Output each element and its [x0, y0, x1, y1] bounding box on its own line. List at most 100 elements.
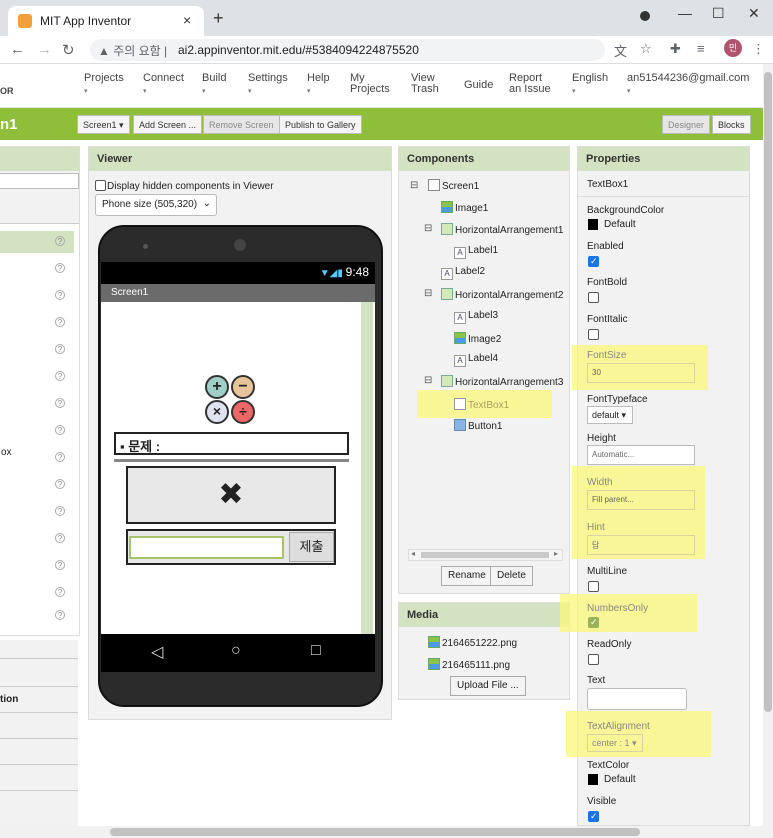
help-icon[interactable]: ? [55, 371, 65, 381]
tree-item-label4[interactable]: A Label4 [454, 353, 498, 367]
remove-screen-button[interactable]: Remove Screen [203, 115, 280, 134]
prop-enabled-checkbox[interactable] [588, 256, 599, 267]
window-close-icon[interactable]: ✕ [748, 5, 760, 22]
tab-close-icon[interactable]: × [183, 12, 191, 28]
phone-size-select[interactable]: Phone size (505,320) ⌄ [95, 194, 217, 216]
palette-item-label[interactable]: ox [1, 447, 12, 458]
prop-fontsize-input[interactable]: 30 [587, 363, 695, 383]
recent-apps-icon[interactable]: □ [311, 642, 321, 660]
help-icon[interactable]: ? [55, 263, 65, 273]
screen-scrollbar[interactable] [361, 302, 373, 634]
help-icon[interactable]: ? [55, 290, 65, 300]
palette-section-label[interactable]: tion [0, 694, 18, 705]
browser-menu-icon[interactable]: ⋮ [752, 41, 765, 57]
extensions-icon[interactable]: ✚ [670, 41, 681, 57]
page-vscrollbar[interactable] [763, 64, 773, 838]
delete-button[interactable]: Delete [490, 566, 533, 586]
help-icon[interactable]: ? [55, 452, 65, 462]
bookmark-star-icon[interactable]: ☆ [640, 41, 652, 57]
tree-item-image2[interactable]: Image2 [454, 332, 501, 345]
prop-width-input[interactable]: Fill parent... [587, 490, 695, 510]
profile-dot-icon[interactable] [640, 11, 650, 21]
new-tab-icon[interactable]: + [213, 8, 224, 29]
brand-logo[interactable]: OR [0, 86, 14, 96]
collapse-icon[interactable]: ⊟ [424, 375, 432, 386]
prop-textcolor-value[interactable]: Default [604, 774, 636, 785]
forward-icon[interactable]: → [37, 41, 52, 58]
tree-item-horizontalarrangement1[interactable]: HorizontalArrangement1 [441, 223, 563, 236]
scroll-thumb[interactable] [764, 72, 772, 712]
url-field[interactable]: ▲ 주의 요함 | ai2.appinventor.mit.edu/#53840… [90, 39, 605, 61]
prop-hint-input[interactable]: 답 [587, 535, 695, 555]
back-nav-icon[interactable]: ◁ [151, 642, 163, 662]
maximize-icon[interactable]: ☐ [712, 5, 725, 22]
media-file-item[interactable]: 2164651222.png [428, 636, 517, 649]
help-icon[interactable]: ? [55, 479, 65, 489]
help-icon[interactable]: ? [55, 236, 65, 246]
blocks-button[interactable]: Blocks [712, 115, 751, 134]
image1-calculator[interactable]: + − × ÷ [205, 375, 257, 425]
security-warning[interactable]: ▲ 주의 요함 | [98, 42, 167, 59]
scroll-thumb[interactable] [110, 828, 640, 836]
nav-projects[interactable]: Projects ▾ [84, 73, 124, 97]
add-screen-button[interactable]: Add Screen ... [133, 115, 203, 134]
nav-connect[interactable]: Connect ▾ [143, 73, 184, 97]
reading-list-icon[interactable]: ≡ [697, 41, 705, 56]
nav-guide[interactable]: Guide [464, 80, 493, 91]
help-icon[interactable]: ? [55, 560, 65, 570]
page-hscrollbar[interactable] [0, 826, 763, 838]
nav-report-issue[interactable]: Report an Issue [509, 73, 557, 95]
prop-height-input[interactable]: Automatic... [587, 445, 695, 465]
nav-my-projects[interactable]: My Projects [350, 73, 390, 95]
prop-readonly-checkbox[interactable] [588, 654, 599, 665]
scroll-right-icon[interactable]: ▸ [554, 549, 558, 558]
designer-button[interactable]: Designer [662, 115, 711, 134]
home-nav-icon[interactable]: ○ [231, 642, 241, 660]
collapse-icon[interactable]: ⊟ [424, 288, 432, 299]
nav-help[interactable]: Help ▾ [307, 73, 330, 97]
collapse-icon[interactable]: ⊟ [410, 180, 418, 191]
prop-multiline-checkbox[interactable] [588, 581, 599, 592]
upload-file-button[interactable]: Upload File ... [450, 676, 526, 696]
tree-item-label1[interactable]: A Label1 [454, 245, 498, 259]
scroll-thumb[interactable] [421, 552, 549, 558]
tree-item-textbox1[interactable]: TextBox1 [454, 398, 509, 411]
publish-gallery-button[interactable]: Publish to Gallery [279, 115, 362, 134]
browser-tab[interactable]: MIT App Inventor × [8, 6, 204, 36]
rename-button[interactable]: Rename [441, 566, 493, 586]
prop-numbersonly-checkbox[interactable] [588, 617, 599, 628]
submit-button[interactable]: 제출 [289, 532, 334, 562]
answer-textbox[interactable] [129, 536, 284, 559]
nav-language[interactable]: English ▾ [572, 73, 608, 97]
components-hscrollbar[interactable]: ◂ ▸ [408, 549, 563, 561]
tree-item-horizontalarrangement3[interactable]: HorizontalArrangement3 [441, 375, 563, 388]
reload-icon[interactable]: ↻ [62, 41, 75, 59]
media-file-item[interactable]: 216465111.png [428, 658, 510, 671]
nav-view-trash[interactable]: View Trash [411, 73, 445, 95]
nav-account[interactable]: an51544236@gmail.com ▾ [627, 73, 749, 97]
translate-icon[interactable]: 文 [614, 41, 627, 60]
palette-search-input[interactable] [0, 173, 79, 189]
help-icon[interactable]: ? [55, 506, 65, 516]
help-icon[interactable]: ? [55, 344, 65, 354]
help-icon[interactable]: ? [55, 533, 65, 543]
tree-item-horizontalarrangement2[interactable]: HorizontalArrangement2 [441, 288, 563, 301]
tree-item-image1[interactable]: Image1 [441, 201, 488, 214]
tree-item-screen1[interactable]: Screen1 [428, 179, 479, 192]
collapse-icon[interactable]: ⊟ [424, 223, 432, 234]
scroll-left-icon[interactable]: ◂ [411, 549, 415, 558]
prop-textalignment-select[interactable]: center : 1 ▾ [587, 734, 643, 752]
tree-item-label3[interactable]: A Label3 [454, 310, 498, 324]
nav-build[interactable]: Build ▾ [202, 73, 226, 97]
nav-settings[interactable]: Settings ▾ [248, 73, 288, 97]
screen-select[interactable]: Screen1 ▾ [77, 115, 130, 134]
help-icon[interactable]: ? [55, 587, 65, 597]
help-icon[interactable]: ? [55, 317, 65, 327]
prop-fonttypeface-select[interactable]: default ▾ [587, 406, 633, 424]
profile-avatar[interactable]: 민 [724, 39, 742, 57]
prop-backgroundcolor-value[interactable]: Default [604, 219, 636, 230]
color-swatch[interactable] [588, 774, 598, 785]
tree-item-button1[interactable]: Button1 [454, 419, 502, 432]
color-swatch[interactable] [588, 219, 598, 230]
minimize-icon[interactable]: — [678, 5, 692, 21]
